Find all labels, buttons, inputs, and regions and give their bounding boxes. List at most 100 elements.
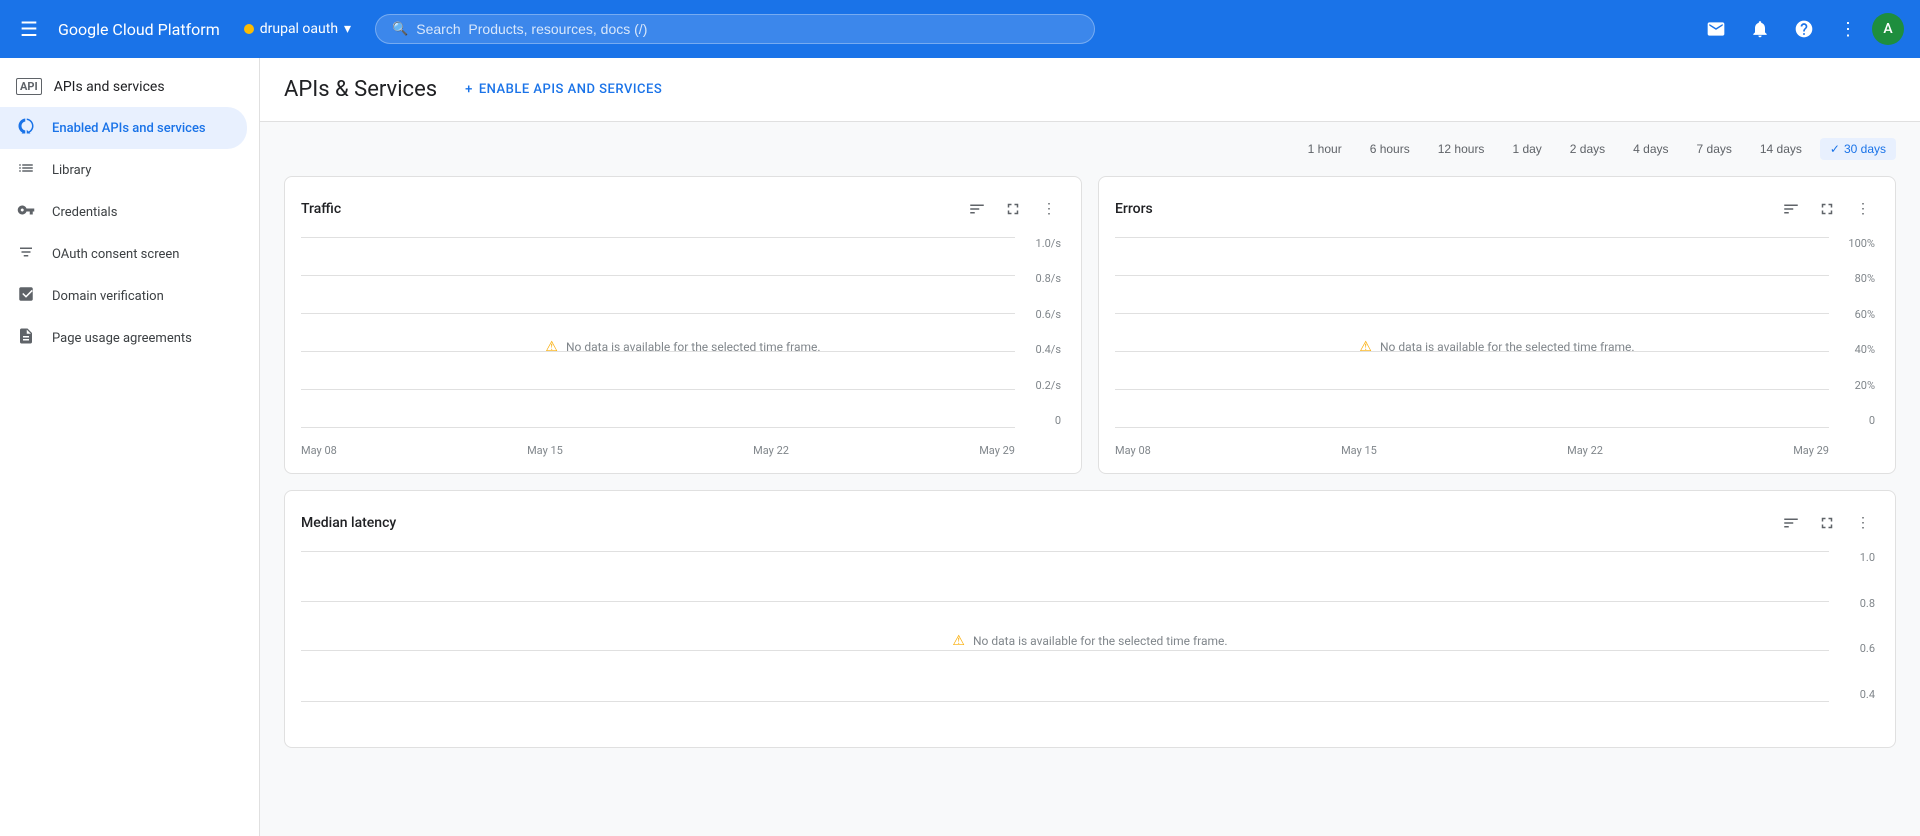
email-icon[interactable] <box>1696 9 1736 49</box>
y-label: 100% <box>1848 237 1875 250</box>
errors-more-btn[interactable]: ⋮ <box>1847 193 1879 225</box>
errors-chart-area: 100% 80% 60% 40% 20% 0 ⚠ No data is avai… <box>1115 237 1879 457</box>
help-icon[interactable] <box>1784 9 1824 49</box>
x-label: May 08 <box>301 444 337 457</box>
time-btn-6hours[interactable]: 6 hours <box>1360 138 1420 160</box>
y-label: 0 <box>1055 414 1061 427</box>
traffic-legend-btn[interactable] <box>961 193 993 225</box>
errors-no-data: ⚠ No data is available for the selected … <box>1359 339 1634 355</box>
latency-chart-title: Median latency <box>301 515 396 531</box>
x-label: May 15 <box>1341 444 1377 457</box>
enable-btn-label: ENABLE APIS AND SERVICES <box>479 82 662 97</box>
x-label: May 08 <box>1115 444 1151 457</box>
time-btn-12hours[interactable]: 12 hours <box>1428 138 1495 160</box>
sidebar-item-label-library: Library <box>52 163 91 178</box>
y-label: 0.8 <box>1860 597 1875 610</box>
y-label: 0.4/s <box>1036 343 1061 356</box>
y-label: 0.8/s <box>1036 272 1061 285</box>
y-label: 1.0/s <box>1036 237 1061 250</box>
sidebar-item-label-enabled: Enabled APIs and services <box>52 121 206 136</box>
sidebar-item-label-credentials: Credentials <box>52 205 117 220</box>
time-btn-7days[interactable]: 7 days <box>1687 138 1742 160</box>
enabled-icon <box>16 117 36 139</box>
traffic-more-btn[interactable]: ⋮ <box>1033 193 1065 225</box>
latency-chart-actions: ⋮ <box>1775 507 1879 539</box>
sidebar-item-page-usage[interactable]: Page usage agreements <box>0 317 247 359</box>
sidebar-item-enabled[interactable]: Enabled APIs and services <box>0 107 247 149</box>
traffic-chart-header: Traffic ⋮ <box>301 193 1065 225</box>
sidebar: API APIs and services Enabled APIs and s… <box>0 58 260 836</box>
project-selector[interactable]: drupal oauth ▾ <box>236 17 359 41</box>
time-btn-1day[interactable]: 1 day <box>1502 138 1551 160</box>
errors-fullscreen-btn[interactable] <box>1811 193 1843 225</box>
menu-icon[interactable]: ☰ <box>16 13 42 45</box>
page-header: APIs & Services + ENABLE APIS AND SERVIC… <box>260 58 1920 122</box>
errors-chart-card: Errors ⋮ <box>1098 176 1896 474</box>
notifications-icon[interactable] <box>1740 9 1780 49</box>
oauth-icon <box>16 243 36 265</box>
traffic-chart-title: Traffic <box>301 201 341 217</box>
latency-legend-btn[interactable] <box>1775 507 1807 539</box>
y-label: 1.0 <box>1860 551 1875 564</box>
latency-y-axis: 1.0 0.8 0.6 0.4 <box>1829 551 1879 701</box>
sidebar-item-oauth[interactable]: OAuth consent screen <box>0 233 247 275</box>
chevron-down-icon: ▾ <box>344 21 351 37</box>
traffic-fullscreen-btn[interactable] <box>997 193 1029 225</box>
latency-more-btn[interactable]: ⋮ <box>1847 507 1879 539</box>
traffic-no-data: ⚠ No data is available for the selected … <box>545 339 820 355</box>
domain-icon <box>16 285 36 307</box>
warning-icon: ⚠ <box>545 339 558 355</box>
credentials-icon <box>16 201 36 223</box>
x-label: May 22 <box>1567 444 1603 457</box>
y-label: 20% <box>1855 379 1875 392</box>
latency-no-data: ⚠ No data is available for the selected … <box>952 633 1227 649</box>
errors-grid <box>1115 237 1829 427</box>
x-label: May 29 <box>1793 444 1829 457</box>
search-bar[interactable]: 🔍 <box>375 14 1095 44</box>
search-input[interactable] <box>416 21 1078 37</box>
traffic-chart-card: Traffic ⋮ <box>284 176 1082 474</box>
y-label: 0.2/s <box>1036 379 1061 392</box>
sidebar-item-label-domain: Domain verification <box>52 289 164 304</box>
traffic-chart-actions: ⋮ <box>961 193 1065 225</box>
traffic-x-axis: May 08 May 15 May 22 May 29 <box>301 440 1015 457</box>
sidebar-item-credentials[interactable]: Credentials <box>0 191 247 233</box>
sidebar-item-domain[interactable]: Domain verification <box>0 275 247 317</box>
latency-chart-header: Median latency ⋮ <box>301 507 1879 539</box>
project-name: drupal oauth <box>260 21 338 37</box>
latency-chart-card: Median latency ⋮ <box>284 490 1896 748</box>
y-label: 0.4 <box>1860 688 1875 701</box>
traffic-y-axis: 1.0/s 0.8/s 0.6/s 0.4/s 0.2/s 0 <box>1015 237 1065 427</box>
sidebar-item-label-page-usage: Page usage agreements <box>52 331 192 346</box>
warning-icon: ⚠ <box>1359 339 1372 355</box>
latency-grid <box>301 551 1829 701</box>
warning-icon: ⚠ <box>952 633 965 649</box>
main-content-area: APIs & Services + ENABLE APIS AND SERVIC… <box>260 58 1920 836</box>
y-label: 0 <box>1869 414 1875 427</box>
more-options-icon[interactable]: ⋮ <box>1828 9 1868 49</box>
sidebar-item-library[interactable]: Library <box>0 149 247 191</box>
time-btn-14days[interactable]: 14 days <box>1750 138 1812 160</box>
traffic-grid <box>301 237 1015 427</box>
x-label: May 22 <box>753 444 789 457</box>
plus-icon: + <box>465 82 473 97</box>
top-navigation: ☰ Google Cloud Platform drupal oauth ▾ 🔍… <box>0 0 1920 58</box>
x-label: May 15 <box>527 444 563 457</box>
latency-fullscreen-btn[interactable] <box>1811 507 1843 539</box>
time-range-selector: 1 hour 6 hours 12 hours 1 day 2 days 4 d… <box>284 138 1896 160</box>
library-icon <box>16 159 36 181</box>
x-label: May 29 <box>979 444 1015 457</box>
y-label: 40% <box>1855 343 1875 356</box>
avatar[interactable]: A <box>1872 13 1904 45</box>
errors-chart-header: Errors ⋮ <box>1115 193 1879 225</box>
time-btn-4days[interactable]: 4 days <box>1623 138 1678 160</box>
enable-apis-button[interactable]: + ENABLE APIS AND SERVICES <box>453 76 674 103</box>
sidebar-title: APIs and services <box>54 79 165 95</box>
time-btn-2days[interactable]: 2 days <box>1560 138 1615 160</box>
project-dot <box>244 24 254 34</box>
errors-legend-btn[interactable] <box>1775 193 1807 225</box>
traffic-chart-area: 1.0/s 0.8/s 0.6/s 0.4/s 0.2/s 0 ⚠ No dat… <box>301 237 1065 457</box>
time-btn-30days[interactable]: ✓ 30 days <box>1820 138 1896 160</box>
time-btn-1hour[interactable]: 1 hour <box>1298 138 1352 160</box>
page-usage-icon <box>16 327 36 349</box>
